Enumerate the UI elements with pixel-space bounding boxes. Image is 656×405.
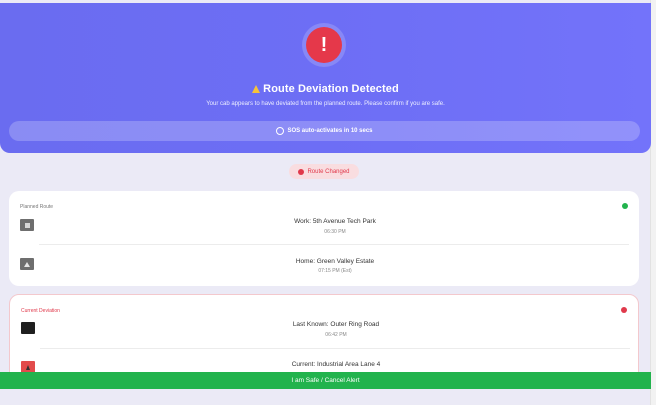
alert-subtitle: Your cab appears to have deviated from t… bbox=[206, 101, 445, 107]
alert-title: Route Deviation Detected bbox=[263, 83, 399, 95]
deviation-stop-name: Last Known: Outer Ring Road bbox=[292, 321, 380, 328]
location-icon bbox=[21, 322, 35, 334]
error-icon bbox=[621, 307, 627, 313]
planned-stop-time: 06:30 PM bbox=[324, 229, 346, 235]
planned-route-card: Planned Route Work: 5th Avenue Tech Park… bbox=[9, 191, 639, 286]
route-changed-text: Route Changed bbox=[307, 168, 350, 175]
deviation-stop-name: Current: Industrial Area Lane 4 bbox=[291, 361, 381, 368]
deviation-stop-time: 06:42 PM bbox=[325, 332, 347, 338]
alert-icon-glyph: ! bbox=[320, 33, 328, 56]
deviation-label: Current Deviation bbox=[21, 308, 60, 314]
sos-countdown-bar: SOS auto-activates in 10 secs bbox=[9, 121, 640, 141]
sos-countdown-text: SOS auto-activates in 10 secs bbox=[287, 128, 373, 134]
planned-stop-name: Home: Green Valley Estate bbox=[295, 258, 375, 265]
spinner-icon bbox=[276, 127, 285, 135]
planned-stop-name: Work: 5th Avenue Tech Park bbox=[294, 218, 376, 225]
alert-header: ! Route Deviation Detected Your cab appe… bbox=[0, 3, 651, 153]
divider bbox=[39, 244, 629, 245]
alert-dot-icon bbox=[298, 168, 305, 175]
planned-route-label: Planned Route bbox=[20, 204, 54, 210]
planned-stop-time: 07:15 PM (Est) bbox=[318, 268, 352, 274]
warning-icon bbox=[252, 85, 261, 93]
cancel-alert-button[interactable]: I am Safe / Cancel Alert bbox=[0, 372, 651, 389]
deviation-card: Current Deviation Last Known: Outer Ring… bbox=[9, 294, 639, 384]
home-icon bbox=[20, 258, 34, 270]
alert-title-row: Route Deviation Detected bbox=[0, 83, 651, 95]
route-changed-badge: Route Changed bbox=[289, 164, 359, 179]
divider bbox=[40, 348, 630, 349]
building-icon bbox=[20, 219, 34, 231]
check-icon bbox=[622, 203, 628, 209]
alert-icon: ! bbox=[306, 27, 342, 63]
